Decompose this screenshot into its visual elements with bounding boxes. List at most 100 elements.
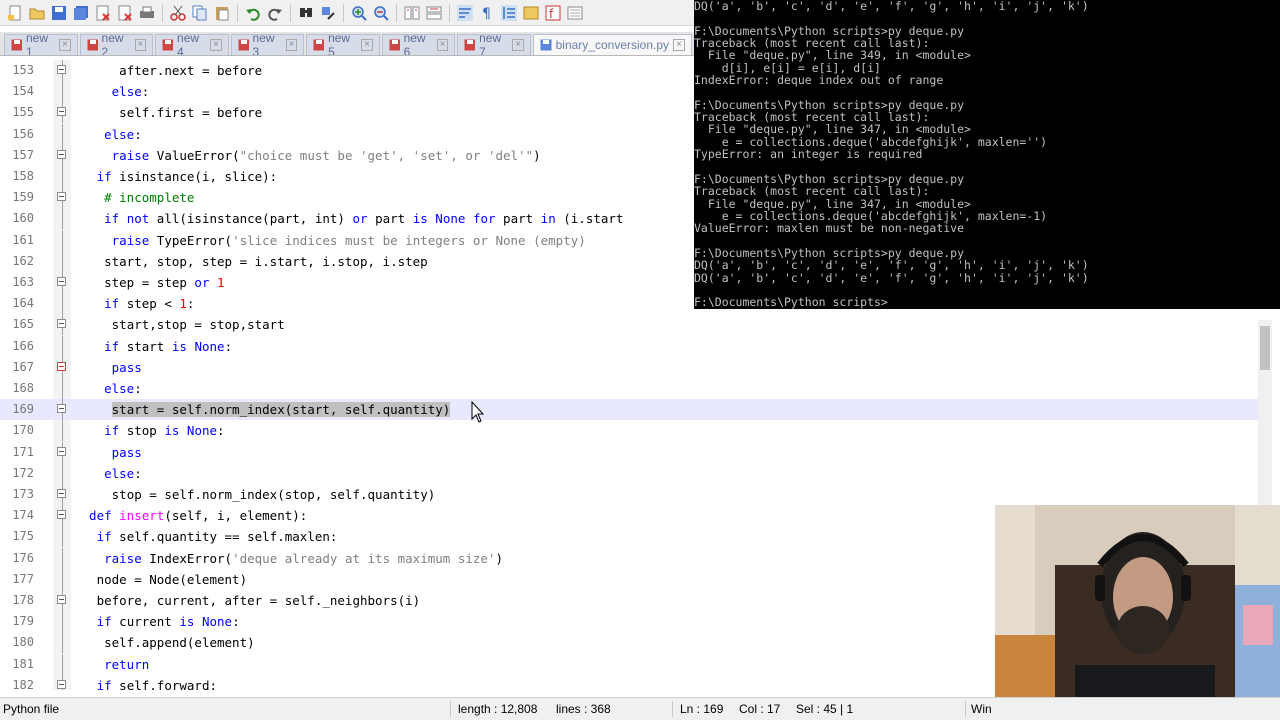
status-selection: Sel : 45 | 1	[796, 702, 854, 716]
fold-toggle-icon[interactable]	[57, 446, 66, 456]
code-line[interactable]: 171 pass	[0, 441, 1270, 463]
save-status-icon	[162, 39, 174, 51]
fold-toggle-icon[interactable]	[57, 595, 66, 604]
fold-toggle-icon[interactable]	[57, 361, 66, 371]
code-line[interactable]: 166 if start is None:	[0, 335, 1270, 357]
fold-toggle-icon[interactable]	[57, 404, 66, 414]
line-number: 156	[12, 126, 34, 141]
fold-toggle-icon[interactable]	[57, 510, 66, 520]
tab-close-icon[interactable]: ×	[285, 39, 298, 51]
terminal-line: DQ('a', 'b', 'c', 'd', 'e', 'f', 'g', 'h…	[694, 0, 1089, 13]
print-icon[interactable]	[136, 2, 158, 24]
tab-new-2[interactable]: new 2 ×	[79, 32, 154, 56]
terminal-line: DQ('a', 'b', 'c', 'd', 'e', 'f', 'g', 'h…	[694, 258, 1089, 273]
fold-guide-line	[62, 420, 63, 442]
terminal-window[interactable]: DQ('a', 'b', 'c', 'd', 'e', 'f', 'g', 'h…	[694, 0, 1280, 309]
tab-close-icon[interactable]: ×	[59, 39, 71, 51]
folder-workspace-icon[interactable]	[564, 2, 586, 24]
code-text: if self.quantity == self.maxlen:	[96, 529, 338, 545]
sync-horizontal-icon[interactable]	[423, 2, 445, 24]
find-icon[interactable]	[295, 2, 317, 24]
function-list-icon[interactable]: f	[542, 2, 564, 24]
tab-new-6[interactable]: new 6 ×	[381, 32, 456, 56]
word-wrap-icon[interactable]	[454, 2, 476, 24]
doc-map-icon[interactable]	[520, 2, 542, 24]
fold-guide-line	[62, 293, 63, 315]
code-text: if start is None:	[104, 338, 233, 354]
tab-close-icon[interactable]: ×	[673, 39, 686, 51]
fold-toggle-icon[interactable]	[57, 489, 66, 498]
code-line[interactable]: 170 if stop is None:	[0, 420, 1270, 442]
tab-label: new 2	[101, 32, 124, 56]
mouse-cursor-icon	[471, 401, 485, 423]
tab-close-icon[interactable]: ×	[436, 39, 449, 51]
zoom-in-icon[interactable]	[348, 2, 370, 24]
replace-icon[interactable]	[317, 2, 339, 24]
save-status-icon	[540, 39, 552, 51]
code-text: raise TypeError('slice indices must be i…	[111, 232, 586, 248]
line-number: 159	[12, 190, 34, 205]
line-number: 166	[12, 338, 34, 353]
tab-new-1[interactable]: new 1 ×	[4, 32, 78, 55]
tab-new-5[interactable]: new 5 ×	[306, 32, 380, 56]
close-all-icon[interactable]	[114, 2, 136, 24]
code-text: self.first = before	[119, 105, 263, 121]
sync-vertical-icon[interactable]	[401, 2, 423, 24]
fold-toggle-icon[interactable]	[57, 679, 66, 689]
tab-close-icon[interactable]: ×	[512, 39, 524, 51]
new-file-icon[interactable]	[4, 2, 26, 24]
redo-icon[interactable]	[264, 2, 286, 24]
indent-guide-icon[interactable]	[498, 2, 520, 24]
undo-icon[interactable]	[242, 2, 264, 24]
code-text: else:	[104, 465, 142, 481]
code-text: else:	[111, 84, 150, 100]
line-number: 157	[12, 147, 34, 162]
fold-toggle-icon[interactable]	[57, 277, 66, 286]
zoom-out-icon[interactable]	[370, 2, 392, 24]
tab-label: binary_conversion.py	[555, 38, 670, 52]
code-text: if current is None:	[96, 614, 240, 630]
fold-guide-line	[62, 229, 63, 251]
tab-close-icon[interactable]: ×	[210, 39, 222, 51]
tab-new-4[interactable]: new 4 ×	[155, 32, 229, 55]
fold-toggle-icon[interactable]	[57, 107, 66, 117]
code-line[interactable]: 169 start = self.norm_index(start, self.q…	[0, 399, 1270, 421]
code-line[interactable]: 168 else:	[0, 378, 1270, 399]
paste-icon[interactable]	[211, 2, 233, 24]
code-line[interactable]: 167 pass	[0, 356, 1270, 378]
code-text: return	[104, 656, 150, 672]
tab-label: new 5	[328, 32, 351, 56]
copy-icon[interactable]	[189, 2, 211, 24]
tab-close-icon[interactable]: ×	[134, 39, 147, 51]
show-all-chars-icon[interactable]: ¶	[476, 2, 498, 24]
fold-toggle-icon[interactable]	[57, 192, 66, 202]
fold-guide-line	[62, 250, 63, 272]
status-lines: lines : 368	[556, 702, 611, 716]
toolbar-divider	[396, 3, 397, 22]
scrollbar-thumb[interactable]	[1260, 326, 1270, 370]
fold-toggle-icon[interactable]	[57, 149, 66, 159]
toolbar-divider	[343, 3, 344, 22]
save-all-icon[interactable]	[70, 2, 92, 24]
code-text: def insert(self, i, element):	[89, 508, 308, 524]
close-file-icon[interactable]	[92, 2, 114, 24]
save-icon[interactable]	[48, 2, 70, 24]
status-eol-format: Win	[971, 702, 992, 716]
tab-label: new 7	[479, 32, 502, 56]
tab-label: new 6	[403, 32, 426, 56]
code-line[interactable]: 172 else:	[0, 462, 1270, 484]
fold-toggle-icon[interactable]	[57, 65, 66, 74]
line-number: 180	[12, 635, 34, 650]
code-line[interactable]: 165 start,stop = stop,start	[0, 314, 1270, 336]
code-line[interactable]: 173 stop = self.norm_index(stop, self.qua…	[0, 484, 1270, 505]
tab-new-3[interactable]: new 3 ×	[230, 32, 305, 55]
open-folder-icon[interactable]	[26, 2, 48, 24]
tab-new-7[interactable]: new 7 ×	[457, 32, 531, 56]
fold-toggle-icon[interactable]	[57, 319, 66, 329]
tab-close-icon[interactable]: ×	[361, 39, 373, 51]
code-text: if isinstance(i, slice):	[96, 169, 278, 184]
tab-binary-conversion-py[interactable]: binary_conversion.py ×	[532, 34, 693, 55]
line-number: 155	[12, 105, 34, 120]
cut-icon[interactable]	[167, 2, 189, 24]
code-text: step = step or 1	[104, 275, 225, 290]
